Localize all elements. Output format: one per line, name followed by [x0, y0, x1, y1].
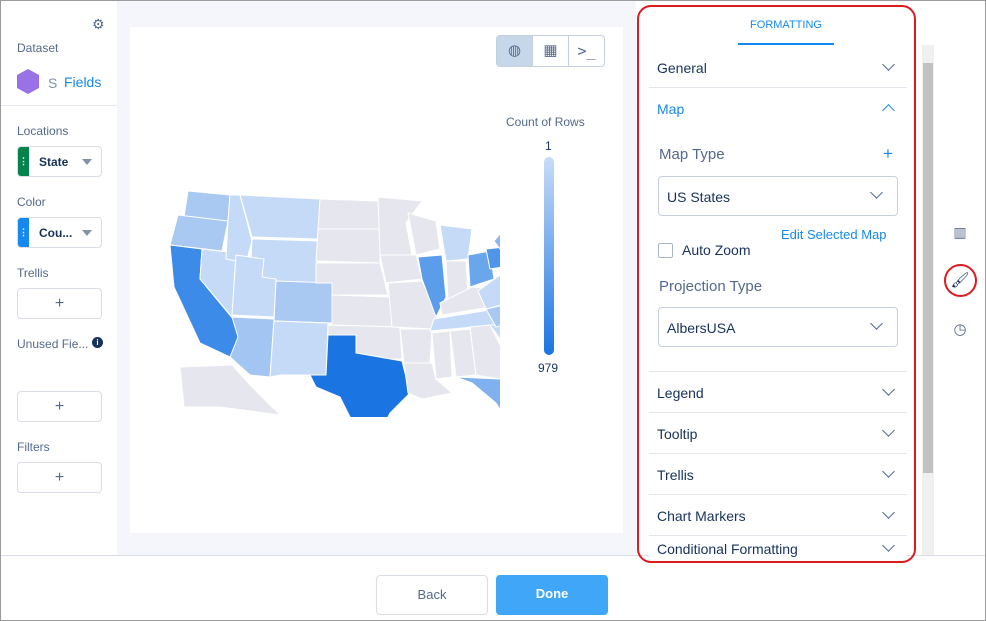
state-nm[interactable]	[269, 320, 329, 378]
projection-type-select[interactable]: AlbersUSA	[658, 307, 898, 347]
color-field-name: Cou...	[39, 226, 73, 240]
dataset-label: Dataset	[17, 41, 59, 55]
state-fl[interactable]	[455, 376, 500, 417]
edit-selected-map-link[interactable]: Edit Selected Map	[781, 227, 887, 242]
legend-max: 979	[538, 361, 559, 375]
chevron-down-icon	[882, 58, 895, 71]
back-button[interactable]: Back	[376, 575, 488, 615]
chevron-down-icon	[870, 186, 883, 199]
table-view-button[interactable]: ▦	[532, 35, 569, 67]
fields-link[interactable]: Fields	[64, 74, 101, 90]
state-sd[interactable]	[315, 228, 381, 264]
fields-panel: ⚙ Dataset S Fields Locations ⋮ State Colo…	[1, 1, 117, 555]
section-legend[interactable]: Legend	[649, 372, 907, 413]
section-general[interactable]: General	[649, 47, 907, 88]
done-button[interactable]: Done	[496, 575, 608, 615]
chevron-up-icon	[882, 104, 895, 117]
globe-icon: ◍	[507, 42, 522, 59]
locations-label: Locations	[17, 124, 69, 138]
add-trellis-button[interactable]: +	[17, 288, 102, 319]
trellis-label: Trellis	[17, 266, 49, 280]
state-mi[interactable]	[439, 224, 473, 262]
state-ia[interactable]	[379, 254, 423, 284]
dataset-hexagon-icon	[17, 69, 39, 94]
state-ks[interactable]	[331, 294, 393, 328]
chevron-down-icon	[882, 424, 895, 437]
location-field-name: State	[39, 155, 69, 169]
state-az[interactable]	[229, 316, 275, 378]
auto-zoom-label: Auto Zoom	[682, 242, 751, 258]
legend-gradient	[544, 157, 554, 355]
paint-roller-icon[interactable]: 🖌	[945, 271, 975, 289]
projection-type-label: Projection Type	[659, 278, 763, 295]
terminal-icon: >_	[577, 42, 596, 60]
chevron-down-icon	[882, 506, 895, 519]
query-view-button[interactable]: >_	[568, 35, 605, 67]
chart-canvas: ◍ ▦ >_ Count of Rows 1 979	[117, 1, 636, 555]
us-map	[169, 190, 500, 417]
tab-formatting[interactable]: FORMATTING	[738, 1, 834, 45]
state-wi[interactable]	[407, 212, 441, 256]
chart-card: ◍ ▦ >_ Count of Rows 1 979	[130, 27, 623, 533]
state-ms[interactable]	[431, 330, 453, 380]
scrollbar-thumb[interactable]	[923, 63, 933, 473]
info-icon[interactable]: i	[92, 337, 103, 348]
color-label: Color	[17, 195, 46, 209]
section-chart-markers[interactable]: Chart Markers	[649, 495, 907, 536]
section-tooltip[interactable]: Tooltip	[649, 413, 907, 454]
legend-min: 1	[545, 139, 552, 153]
section-trellis[interactable]: Trellis	[649, 454, 907, 495]
add-map-type-button[interactable]: +	[883, 144, 893, 164]
state-nd[interactable]	[317, 198, 381, 230]
table-icon: ▦	[543, 42, 558, 59]
chevron-down-icon	[882, 539, 895, 552]
divider	[1, 105, 117, 106]
state-co[interactable]	[273, 280, 335, 324]
filters-label: Filters	[17, 440, 50, 454]
caret-down-icon[interactable]	[82, 230, 92, 241]
caret-down-icon[interactable]	[82, 159, 92, 170]
color-field-pill[interactable]: ⋮ Cou...	[17, 217, 102, 248]
add-filter-button[interactable]: +	[17, 462, 102, 493]
section-conditional-formatting[interactable]: Conditional Formatting	[649, 536, 907, 562]
state-ar[interactable]	[399, 328, 433, 364]
state-ny[interactable]	[493, 217, 500, 250]
section-map[interactable]: Map	[649, 88, 907, 129]
chevron-down-icon	[882, 465, 895, 478]
scrollbar[interactable]	[922, 45, 934, 555]
map-type-select[interactable]: US States	[658, 176, 898, 216]
footer: Back Done	[1, 555, 985, 620]
auto-zoom-checkbox[interactable]	[658, 243, 673, 258]
add-unused-field-button[interactable]: +	[17, 391, 102, 422]
unused-fields-label: Unused Fie...	[17, 337, 89, 351]
gear-icon[interactable]: ⚙	[92, 16, 105, 33]
legend-title: Count of Rows	[506, 115, 585, 129]
chevron-down-icon	[870, 317, 883, 330]
state-mt[interactable]	[239, 194, 321, 240]
map-type-label: Map Type	[659, 146, 725, 163]
map-view-button[interactable]: ◍	[496, 35, 533, 67]
location-field-pill[interactable]: ⋮ State	[17, 146, 102, 177]
clock-icon[interactable]: ◷	[945, 320, 975, 338]
chevron-down-icon	[882, 383, 895, 396]
dataset-name: S	[48, 75, 58, 91]
bar-chart-icon[interactable]: ▥	[945, 224, 975, 241]
